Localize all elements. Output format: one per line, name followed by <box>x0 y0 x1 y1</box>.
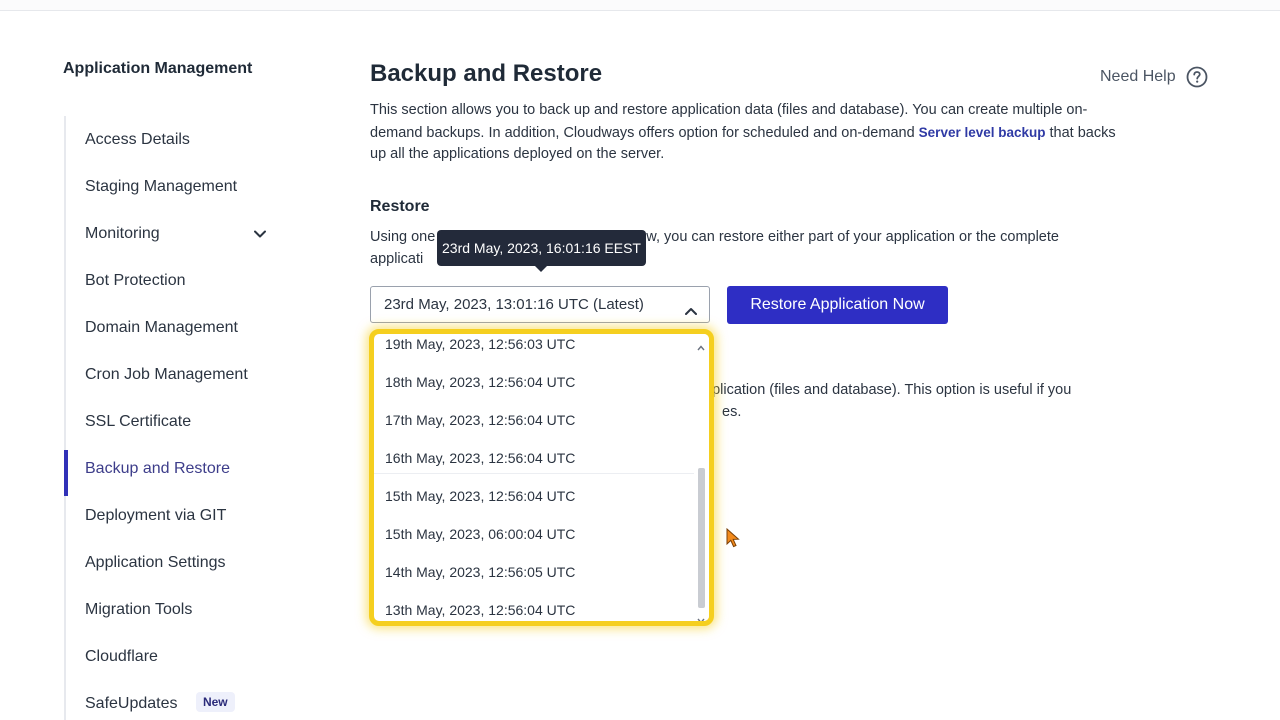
page: Application Management Access Details St… <box>0 0 1280 720</box>
sidebar-item-cloudflare[interactable]: Cloudflare <box>85 633 285 680</box>
need-help-link[interactable]: Need Help <box>1100 66 1208 88</box>
sidebar-item-label: Cron Job Management <box>85 366 248 383</box>
dropdown-option[interactable]: 19th May, 2023, 12:56:03 UTC <box>385 334 694 363</box>
section-description: This section allows you to back up and r… <box>370 100 1130 166</box>
help-circle-icon <box>1186 66 1208 88</box>
sidebar-item-migration-tools[interactable]: Migration Tools <box>85 586 285 633</box>
sidebar-item-application-settings[interactable]: Application Settings <box>85 539 285 586</box>
sidebar-item-label: Application Settings <box>85 554 226 571</box>
sidebar-item-label: Bot Protection <box>85 272 186 289</box>
scroll-down-icon[interactable] <box>697 611 705 621</box>
sidebar-item-safeupdates[interactable]: SafeUpdates New <box>85 680 285 720</box>
sidebar-item-label: Migration Tools <box>85 601 193 618</box>
dropdown-option[interactable]: 16th May, 2023, 12:56:04 UTC <box>385 440 694 477</box>
sidebar-item-monitoring[interactable]: Monitoring <box>85 210 285 257</box>
sidebar-item-label: Access Details <box>85 131 190 148</box>
backup-desc-line2: es. <box>722 403 742 420</box>
sidebar-item-cron-job-management[interactable]: Cron Job Management <box>85 351 285 398</box>
backup-point-dropdown[interactable]: 19th May, 2023, 12:56:03 UTC 18th May, 2… <box>369 329 714 626</box>
sidebar-item-domain-management[interactable]: Domain Management <box>85 304 285 351</box>
restore-desc-line2: applicati <box>370 250 424 267</box>
dropdown-divider <box>374 473 694 474</box>
sidebar-item-label: Staging Management <box>85 178 238 195</box>
mouse-cursor-icon <box>726 528 740 548</box>
backup-point-select[interactable]: 23rd May, 2023, 13:01:16 UTC (Latest) <box>370 286 710 323</box>
sidebar-item-label: Domain Management <box>85 319 238 336</box>
dropdown-options: 19th May, 2023, 12:56:03 UTC 18th May, 2… <box>374 334 694 621</box>
sidebar-item-deployment-via-git[interactable]: Deployment via GIT <box>85 492 285 539</box>
new-badge: New <box>195 691 235 712</box>
sidebar-rail <box>64 116 66 720</box>
sidebar-item-label: Backup and Restore <box>85 460 230 477</box>
sidebar-item-label: Cloudflare <box>85 648 158 665</box>
sidebar-item-label: Monitoring <box>85 225 160 242</box>
need-help-label: Need Help <box>1100 68 1176 85</box>
top-bar <box>0 0 1280 11</box>
sidebar-item-bot-protection[interactable]: Bot Protection <box>85 257 285 304</box>
dropdown-option[interactable]: 15th May, 2023, 06:00:04 UTC <box>385 516 694 553</box>
dropdown-option[interactable]: 15th May, 2023, 12:56:04 UTC <box>385 478 694 515</box>
chevron-down-icon[interactable] <box>253 210 267 257</box>
chevron-up-icon <box>685 297 697 332</box>
sidebar-title: Application Management <box>63 60 253 77</box>
dropdown-scroll-thumb[interactable] <box>698 468 705 608</box>
dropdown-option[interactable]: 17th May, 2023, 12:56:04 UTC <box>385 402 694 439</box>
backup-time-tooltip: 23rd May, 2023, 16:01:16 EEST <box>437 230 646 266</box>
backup-desc-line1: pplication (files and database). This op… <box>704 382 1072 398</box>
server-level-backup-link[interactable]: Server level backup <box>919 125 1046 140</box>
restore-desc-start: Using one <box>370 229 436 245</box>
sidebar-item-label: SSL Certificate <box>85 413 192 430</box>
page-title: Backup and Restore <box>370 60 603 87</box>
sidebar-item-label: Deployment via GIT <box>85 507 227 524</box>
scroll-up-icon[interactable] <box>697 338 705 356</box>
sidebar-item-staging-management[interactable]: Staging Management <box>85 163 285 210</box>
restore-heading: Restore <box>370 198 430 215</box>
backup-point-selected: 23rd May, 2023, 13:01:16 UTC (Latest) <box>384 296 644 313</box>
sidebar-active-indicator <box>64 450 68 496</box>
sidebar-item-label: SafeUpdates <box>85 695 178 712</box>
tooltip-arrow <box>534 265 548 272</box>
sidebar-item-ssl-certificate[interactable]: SSL Certificate <box>85 398 285 445</box>
restore-desc-end: w, you can restore either part of your a… <box>646 229 1059 245</box>
sidebar-nav: Access Details Staging Management Monito… <box>85 116 285 720</box>
dropdown-option[interactable]: 14th May, 2023, 12:56:05 UTC <box>385 554 694 591</box>
dropdown-option[interactable]: 18th May, 2023, 12:56:04 UTC <box>385 364 694 401</box>
dropdown-option[interactable]: 13th May, 2023, 12:56:04 UTC <box>385 592 694 621</box>
sidebar-item-backup-and-restore[interactable]: Backup and Restore <box>85 445 285 492</box>
restore-application-button[interactable]: Restore Application Now <box>727 286 948 324</box>
sidebar-item-access-details[interactable]: Access Details <box>85 116 285 163</box>
